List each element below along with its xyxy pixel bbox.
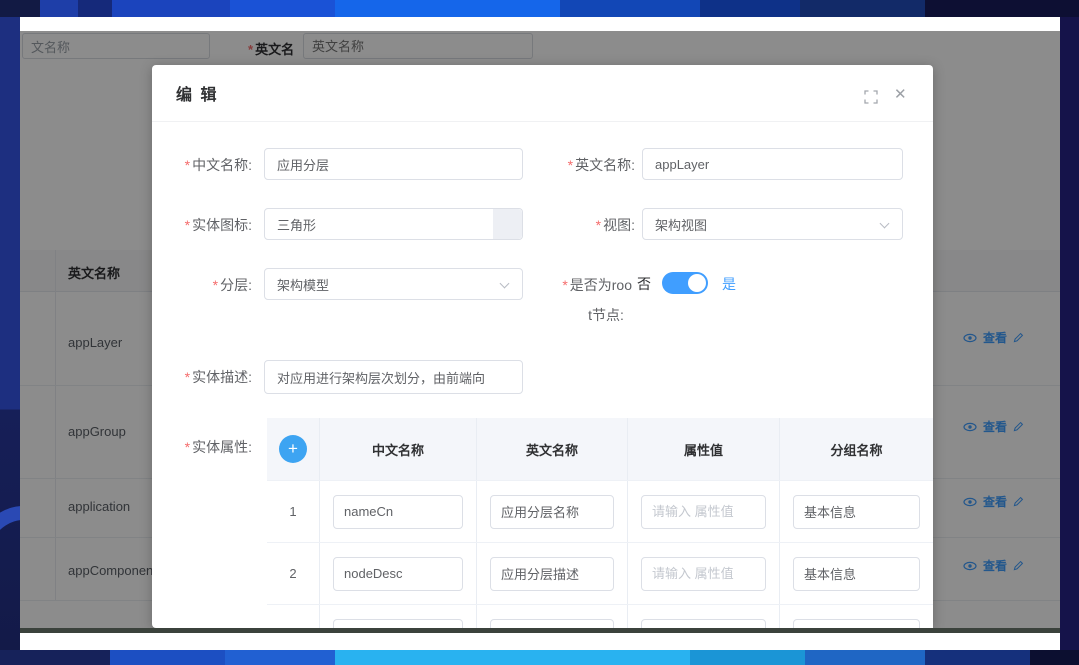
attr-en-input[interactable]	[490, 495, 614, 529]
col-header-value: 属性值	[628, 418, 780, 480]
modal-title: 编 辑	[176, 81, 218, 105]
name-en-input[interactable]	[642, 148, 903, 180]
required-marker: *	[185, 217, 190, 233]
name-cn-label: *中文名称:	[152, 155, 252, 175]
layer-label: *分层:	[152, 275, 252, 295]
row-index: 1	[267, 481, 320, 542]
view-label: *视图:	[532, 215, 635, 235]
row-index: 3	[267, 605, 320, 628]
attr-en-input[interactable]	[490, 557, 614, 591]
desktop-right-band	[1060, 17, 1079, 650]
attribute-table: + 中文名称 英文名称 属性值 分组名称 1	[267, 418, 933, 628]
attr-group-input[interactable]	[793, 495, 920, 529]
is-root-label-line2: t节点:	[552, 305, 660, 325]
window-bottom-white-strip	[20, 633, 1060, 650]
required-marker: *	[562, 277, 567, 293]
attribute-table-header: + 中文名称 英文名称 属性值 分组名称	[267, 418, 933, 480]
entity-icon-label: *实体图标:	[152, 215, 252, 235]
attr-value-input[interactable]	[641, 619, 766, 629]
is-root-label-line1: *是否为roo	[524, 275, 632, 295]
attr-value-input[interactable]	[641, 557, 766, 591]
attr-en-input[interactable]	[490, 619, 614, 629]
desktop-top-band	[0, 0, 1079, 17]
attr-cn-input[interactable]	[333, 619, 463, 629]
toggle-knob	[688, 274, 706, 292]
required-marker: *	[568, 157, 573, 173]
attr-group-input[interactable]	[793, 557, 920, 591]
attribute-row: 1	[267, 480, 933, 542]
required-marker: *	[185, 439, 190, 455]
col-header-cn: 中文名称	[320, 418, 477, 480]
is-root-toggle[interactable]	[662, 272, 708, 294]
background-page: *英文名 英文名称 appLayer appGroup application …	[20, 31, 1060, 628]
name-cn-input[interactable]	[264, 148, 523, 180]
toggle-on-label: 是	[722, 274, 736, 294]
icon-picker-button[interactable]	[493, 209, 522, 239]
attr-cn-input[interactable]	[333, 495, 463, 529]
edit-modal: 编 辑 ✕ *中文名称: *英文名称: *实体图标:	[152, 65, 933, 628]
required-marker: *	[213, 277, 218, 293]
view-select[interactable]	[642, 208, 903, 240]
layer-select[interactable]	[264, 268, 523, 300]
col-header-en: 英文名称	[477, 418, 628, 480]
entity-desc-input[interactable]	[264, 360, 523, 394]
attr-group-input[interactable]	[793, 619, 920, 629]
row-index: 2	[267, 543, 320, 604]
entity-attrs-label: *实体属性:	[152, 437, 252, 457]
entity-desc-label: *实体描述:	[152, 367, 252, 387]
required-marker: *	[185, 157, 190, 173]
desktop-left-band	[0, 17, 20, 650]
toggle-off-label: 否	[637, 274, 651, 294]
required-marker: *	[185, 369, 190, 385]
modal-header-divider	[152, 121, 933, 122]
window-bottom-edge	[20, 628, 1060, 633]
required-marker: *	[596, 217, 601, 233]
desktop-background: *英文名 英文名称 appLayer appGroup application …	[0, 0, 1079, 665]
entity-icon-input[interactable]	[264, 208, 523, 240]
attr-cn-input[interactable]	[333, 557, 463, 591]
attribute-row: 2	[267, 542, 933, 604]
attribute-row: 3	[267, 604, 933, 628]
app-window: *英文名 英文名称 appLayer appGroup application …	[20, 17, 1060, 633]
add-attribute-button[interactable]: +	[279, 435, 307, 463]
attr-value-input[interactable]	[641, 495, 766, 529]
close-icon[interactable]: ✕	[894, 85, 907, 103]
name-en-label: *英文名称:	[532, 155, 635, 175]
window-top-strip	[20, 17, 1060, 31]
maximize-icon[interactable]	[864, 90, 878, 104]
col-header-group: 分组名称	[780, 418, 933, 480]
desktop-bottom-band	[0, 650, 1079, 665]
